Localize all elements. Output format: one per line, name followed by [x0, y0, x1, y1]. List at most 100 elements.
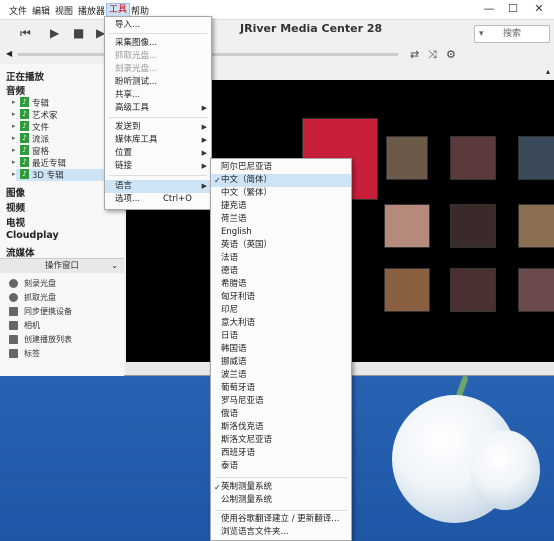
- menu-item-google-translate[interactable]: 使用谷歌翻译建立 / 更新翻译...: [211, 513, 351, 526]
- sidebar-images[interactable]: 图像: [6, 185, 25, 199]
- unit-item-metric[interactable]: 公制测量系统: [211, 494, 351, 507]
- sidebar-item-panes[interactable]: 窗格: [32, 145, 49, 157]
- expand-arrow-icon[interactable]: ▸: [12, 134, 16, 142]
- lang-item[interactable]: 印尼: [211, 304, 351, 317]
- sidebar-audio[interactable]: 音频: [6, 83, 25, 97]
- lang-item[interactable]: 英语（英国）: [211, 239, 351, 252]
- sidebar-item-files[interactable]: 文件: [32, 121, 49, 133]
- lang-item[interactable]: 希腊语: [211, 278, 351, 291]
- sidebar-item-albums[interactable]: 专辑: [32, 97, 49, 109]
- album-cover[interactable]: [518, 268, 554, 312]
- album-cover[interactable]: [450, 268, 496, 312]
- menu-item-library-tools[interactable]: 媒体库工具 ▶: [105, 134, 211, 147]
- menu-item-links[interactable]: 链接 ▶: [105, 160, 211, 173]
- sidebar-item-recent-albums[interactable]: 最近专辑: [32, 157, 66, 169]
- lang-item[interactable]: 荷兰语: [211, 213, 351, 226]
- lang-item[interactable]: 斯洛文尼亚语: [211, 434, 351, 447]
- sidebar-item-3d-albums[interactable]: 3D 专辑: [32, 169, 64, 181]
- expand-arrow-icon[interactable]: ▸: [12, 110, 16, 118]
- repeat-icon[interactable]: ⇄: [410, 48, 419, 61]
- menu-player[interactable]: 播放器: [78, 4, 105, 17]
- menu-item-listening-test[interactable]: 盼听测试...: [105, 76, 211, 89]
- previous-icon[interactable]: ⏮: [20, 26, 31, 41]
- lang-item[interactable]: 日语: [211, 330, 351, 343]
- unit-item-imperial[interactable]: ✓ 英制测量系统: [211, 481, 351, 494]
- tools-menu: 导入... 采集图像... 抓取光盘... 刻录光盘... 盼听测试... 共享…: [104, 16, 212, 210]
- lang-item-selected[interactable]: ✓ 中文（简体）: [211, 174, 351, 187]
- lang-item[interactable]: 韩国语: [211, 343, 351, 356]
- play-icon[interactable]: ▶: [50, 26, 59, 40]
- lang-item[interactable]: 葡萄牙语: [211, 382, 351, 395]
- lang-item[interactable]: 法语: [211, 252, 351, 265]
- sidebar-cloudplay[interactable]: Cloudplay: [6, 230, 59, 241]
- menu-item-label: 共享...: [115, 90, 141, 100]
- settings-icon[interactable]: ⚙: [446, 48, 456, 61]
- lang-item[interactable]: 捷克语: [211, 200, 351, 213]
- menu-item-capture-image[interactable]: 采集图像...: [105, 37, 211, 50]
- close-icon[interactable]: ✕: [528, 2, 550, 18]
- menu-view[interactable]: 视图: [55, 4, 73, 17]
- lang-item[interactable]: 俄语: [211, 408, 351, 421]
- check-icon: ✓: [214, 176, 221, 185]
- lang-label: 法语: [221, 253, 239, 263]
- album-cover[interactable]: [518, 136, 554, 180]
- sidebar-video[interactable]: 视频: [6, 200, 25, 214]
- menu-item-location[interactable]: 位置 ▶: [105, 147, 211, 160]
- search-input[interactable]: ▾ 搜索: [474, 25, 550, 43]
- menu-item-browse-language-folder[interactable]: 浏览语言文件夹...: [211, 526, 351, 539]
- shuffle-icon[interactable]: ⤨: [428, 48, 437, 62]
- expand-arrow-icon[interactable]: ▸: [12, 98, 16, 106]
- maximize-icon[interactable]: ☐: [502, 2, 524, 18]
- lang-item[interactable]: 德语: [211, 265, 351, 278]
- lang-item[interactable]: 泰语: [211, 460, 351, 473]
- menu-separator: [215, 477, 347, 478]
- album-cover[interactable]: [450, 204, 496, 248]
- expand-arrow-icon[interactable]: ▸: [12, 158, 16, 166]
- lang-item[interactable]: English: [211, 226, 351, 239]
- expand-arrow-icon[interactable]: ▸: [12, 170, 16, 178]
- scroll-up-icon[interactable]: ▴: [546, 67, 550, 76]
- sidebar-item-artists[interactable]: 艺术家: [32, 109, 58, 121]
- stop-icon[interactable]: ■: [73, 26, 84, 40]
- album-cover[interactable]: [384, 268, 430, 312]
- menu-item-advanced-tools[interactable]: 高级工具 ▶: [105, 102, 211, 115]
- album-cover[interactable]: [384, 204, 430, 248]
- menu-item-language[interactable]: 语言 ▶: [105, 180, 211, 193]
- menu-item-import[interactable]: 导入...: [105, 19, 211, 32]
- lang-item[interactable]: 中文（繁体）: [211, 187, 351, 200]
- album-cover[interactable]: [386, 136, 428, 180]
- collapse-icon[interactable]: ⌄: [111, 261, 118, 270]
- lang-item[interactable]: 西班牙语: [211, 447, 351, 460]
- op-item-burn-disc[interactable]: 刻录光盘: [24, 278, 56, 289]
- lang-item[interactable]: 匈牙利语: [211, 291, 351, 304]
- op-item-create-playlist[interactable]: 创建播放列表: [24, 334, 72, 345]
- menu-edit[interactable]: 编辑: [32, 4, 50, 17]
- lang-item[interactable]: 斯洛伐克语: [211, 421, 351, 434]
- lang-item[interactable]: 意大利语: [211, 317, 351, 330]
- lang-label: 匈牙利语: [221, 292, 256, 302]
- menu-file[interactable]: 文件: [9, 4, 27, 17]
- menu-item-share[interactable]: 共享...: [105, 89, 211, 102]
- submenu-arrow-icon: ▶: [201, 136, 207, 144]
- sidebar-tv[interactable]: 电视: [6, 215, 25, 229]
- lang-item[interactable]: 挪威语: [211, 356, 351, 369]
- expand-arrow-icon[interactable]: ▸: [12, 146, 16, 154]
- minimize-icon[interactable]: —: [478, 2, 500, 18]
- menu-item-options[interactable]: 选项... Ctrl+O: [105, 193, 211, 206]
- sidebar-now-playing[interactable]: 正在播放: [6, 69, 44, 83]
- sidebar-streaming[interactable]: 流媒体: [6, 245, 35, 259]
- op-item-tag[interactable]: 标签: [24, 348, 40, 359]
- sidebar-item-genres[interactable]: 流派: [32, 133, 49, 145]
- lang-label: 斯洛伐克语: [221, 422, 264, 432]
- op-item-camera[interactable]: 相机: [24, 320, 40, 331]
- menu-item-send-to[interactable]: 发送到 ▶: [105, 121, 211, 134]
- album-cover[interactable]: [450, 136, 496, 180]
- op-item-sync-device[interactable]: 同步便携设备: [24, 306, 72, 317]
- lang-item[interactable]: 阿尔巴尼亚语: [211, 161, 351, 174]
- op-item-rip-disc[interactable]: 抓取光盘: [24, 292, 56, 303]
- expand-arrow-icon[interactable]: ▸: [12, 122, 16, 130]
- volume-icon[interactable]: ◀: [6, 49, 12, 58]
- album-cover[interactable]: [518, 204, 554, 248]
- lang-item[interactable]: 波兰语: [211, 369, 351, 382]
- lang-item[interactable]: 罗马尼亚语: [211, 395, 351, 408]
